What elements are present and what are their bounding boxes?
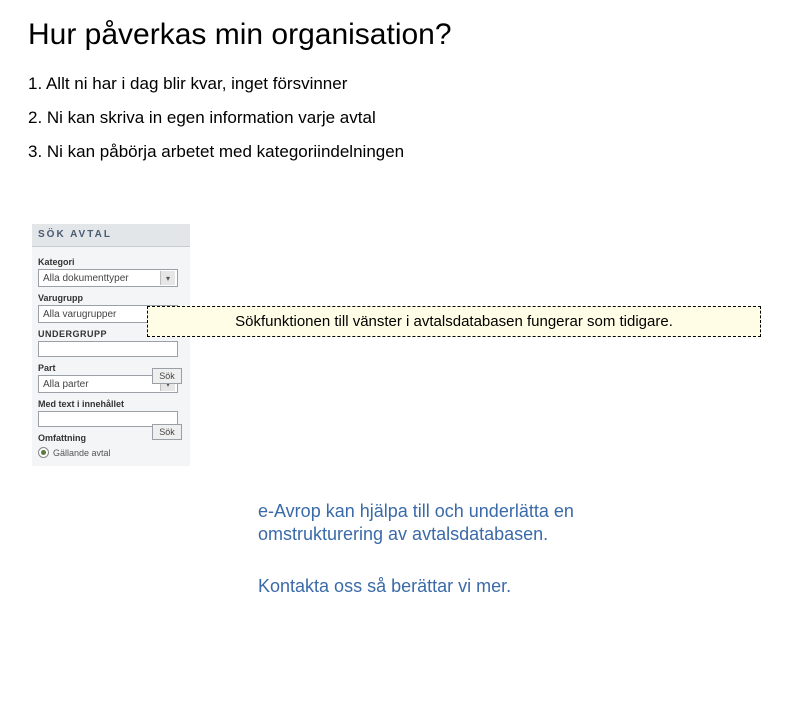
list-item: 1. Allt ni har i dag blir kvar, inget fö… <box>28 74 766 94</box>
list-item: 2. Ni kan skriva in egen information var… <box>28 108 766 128</box>
varugrupp-value: Alla varugrupper <box>43 309 116 320</box>
footer-p2: Kontakta oss så berättar vi mer. <box>258 575 688 598</box>
numbered-list: 1. Allt ni har i dag blir kvar, inget fö… <box>28 74 766 162</box>
chevron-down-icon: ▾ <box>160 271 175 285</box>
varugrupp-label: Varugrupp <box>38 293 184 303</box>
radio-gallande-label: Gällande avtal <box>53 448 111 458</box>
hint-callout: Sökfunktionen till vänster i avtalsdatab… <box>147 306 761 337</box>
kategori-select[interactable]: Alla dokumenttyper ▾ <box>38 269 178 287</box>
footer-p1: e-Avrop kan hjälpa till och underlätta e… <box>258 500 688 547</box>
footer-text: e-Avrop kan hjälpa till och underlätta e… <box>258 500 688 626</box>
sok-button[interactable]: Sök <box>152 424 182 440</box>
medtext-label: Med text i innehållet <box>38 399 184 409</box>
undergrupp-input[interactable] <box>38 341 178 357</box>
sok-button[interactable]: Sök <box>152 368 182 384</box>
panel-header: SÖK AVTAL <box>32 224 190 247</box>
part-value: Alla parter <box>43 379 89 390</box>
kategori-label: Kategori <box>38 257 184 267</box>
page-title: Hur påverkas min organisation? <box>28 18 766 52</box>
kategori-value: Alla dokumenttyper <box>43 273 129 284</box>
list-item: 3. Ni kan påbörja arbetet med kategoriin… <box>28 142 766 162</box>
radio-gallande[interactable] <box>38 447 49 458</box>
